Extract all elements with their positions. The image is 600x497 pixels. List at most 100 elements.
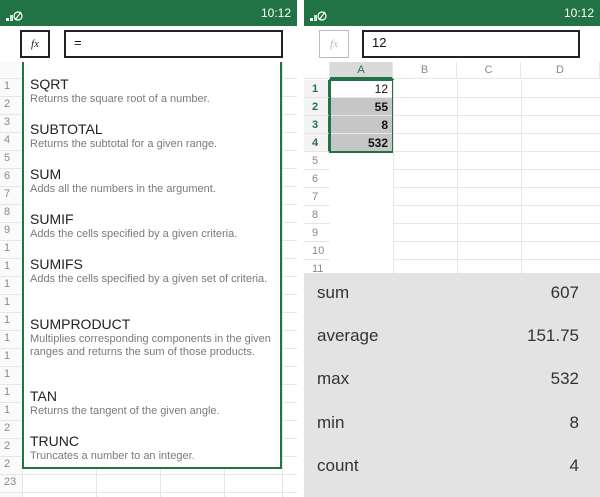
grid-line	[282, 62, 283, 497]
row-header[interactable]: 9	[304, 224, 330, 242]
formula-bar-input[interactable]: =	[64, 30, 283, 58]
summary-row-sum: sum 607	[304, 273, 600, 316]
function-description: Adds all the numbers in the argument.	[30, 183, 216, 195]
function-autocomplete-list: SQRT Returns the square root of a number…	[22, 62, 282, 469]
function-item-trunc[interactable]: TRUNC Truncates a number to an integer.	[30, 433, 274, 463]
row-header[interactable]: 2	[304, 98, 330, 116]
row-number[interactable]: 1	[4, 80, 10, 92]
column-header-b[interactable]: B	[393, 62, 457, 79]
grid-line	[393, 133, 600, 134]
row-number[interactable]: 1	[4, 260, 10, 272]
row-number[interactable]: 2	[4, 98, 10, 110]
grid-line	[393, 187, 600, 188]
signal-icon	[310, 11, 327, 21]
select-all-corner[interactable]	[304, 62, 330, 79]
row-header[interactable]: 1	[304, 80, 330, 98]
row-number[interactable]: 7	[4, 188, 10, 200]
grid-line	[457, 80, 458, 273]
function-item-sumifs[interactable]: SUMIFS Adds the cells specified by a giv…	[30, 256, 274, 286]
row-number[interactable]: 1	[4, 332, 10, 344]
function-item-sum[interactable]: SUM Adds all the numbers in the argument…	[30, 166, 274, 196]
summary-row-count: count 4	[304, 446, 600, 489]
selection-range-a1-a4	[329, 79, 394, 153]
summary-value: 532	[550, 369, 579, 388]
row-number[interactable]: 2	[4, 440, 10, 452]
formula-bar-input[interactable]: 12	[362, 30, 580, 58]
summary-label: sum	[317, 283, 350, 302]
summary-value: 4	[569, 456, 579, 475]
row-number[interactable]: 2	[4, 458, 10, 470]
function-description: Truncates a number to an integer.	[30, 450, 195, 462]
function-item-sumif[interactable]: SUMIF Adds the cells specified by a give…	[30, 211, 274, 241]
status-bar: 10:12	[0, 0, 297, 26]
status-time: 10:12	[260, 6, 291, 20]
grid-line	[393, 241, 600, 242]
grid-line	[393, 169, 600, 170]
left-phone-screen: 10:12 fx = 1 2 3 4 5 6 7 8 9 1 1 1 1 1 1 1 1 1 1 2 2 2 23 SQRT…	[0, 0, 297, 497]
signal-icon	[6, 11, 23, 21]
row-number[interactable]: 5	[4, 152, 10, 164]
row-header[interactable]: 4	[304, 134, 330, 152]
function-item-sqrt[interactable]: SQRT Returns the square root of a number…	[30, 76, 274, 106]
row-number[interactable]: 8	[4, 206, 10, 218]
function-name: SUM	[30, 166, 62, 182]
function-name: SUMIFS	[30, 256, 83, 272]
function-description: Returns the tangent of the given angle.	[30, 405, 220, 417]
grid-line	[521, 80, 522, 273]
grid-line	[393, 97, 600, 98]
grid-line	[393, 115, 600, 116]
column-header-c[interactable]: C	[457, 62, 521, 79]
row-number[interactable]: 1	[4, 386, 10, 398]
row-header[interactable]: 7	[304, 188, 330, 206]
row-number[interactable]: 4	[4, 134, 10, 146]
row-header[interactable]: 6	[304, 170, 330, 188]
row-number-column: 1 2 3 4 5 6 7 8 9 1 1 1 1 1 1 1 1 1 1 2 2 2 23	[0, 62, 22, 497]
function-description: Adds the cells specified by a given set …	[30, 273, 268, 285]
grid-line	[393, 151, 600, 152]
summary-row-max: max 532	[304, 359, 600, 402]
function-name: SUMPRODUCT	[30, 316, 131, 332]
row-number[interactable]: 2	[4, 422, 10, 434]
summary-label: count	[317, 456, 359, 475]
grid-line	[393, 205, 600, 206]
function-item-sumproduct[interactable]: SUMPRODUCT Multiplies corresponding comp…	[30, 316, 274, 359]
grid-line	[0, 474, 297, 475]
insert-function-button[interactable]: fx	[319, 30, 349, 58]
row-number[interactable]: 6	[4, 170, 10, 182]
summary-value: 8	[569, 413, 579, 432]
function-name: SQRT	[30, 76, 69, 92]
function-name: SUBTOTAL	[30, 121, 103, 137]
column-header-a[interactable]: A	[330, 62, 393, 79]
row-number[interactable]: 1	[4, 314, 10, 326]
grid-line	[393, 80, 394, 273]
row-number[interactable]: 9	[4, 224, 10, 236]
row-header[interactable]: 3	[304, 116, 330, 134]
row-header[interactable]: 8	[304, 206, 330, 224]
row-number[interactable]: 23	[4, 476, 16, 488]
row-number[interactable]: 1	[4, 368, 10, 380]
function-description: Returns the subtotal for a given range.	[30, 138, 218, 150]
status-time: 10:12	[563, 6, 594, 20]
row-number[interactable]: 3	[4, 116, 10, 128]
status-bar: 10:12	[304, 0, 600, 26]
row-number[interactable]: 1	[4, 242, 10, 254]
function-name: SUMIF	[30, 211, 74, 227]
row-header[interactable]: 5	[304, 152, 330, 170]
function-description: Returns the square root of a number.	[30, 93, 210, 105]
insert-function-button[interactable]: fx	[20, 30, 50, 58]
row-number[interactable]: 1	[4, 350, 10, 362]
column-header-d[interactable]: D	[521, 62, 600, 79]
function-item-tan[interactable]: TAN Returns the tangent of the given ang…	[30, 388, 274, 418]
row-number[interactable]: 1	[4, 404, 10, 416]
row-number[interactable]: 1	[4, 278, 10, 290]
right-phone-screen: 10:12 fx 12 A B C D 1 2 3 4 5 6 7 8 9 10…	[304, 0, 600, 497]
summary-label: average	[317, 326, 379, 345]
function-description: Multiplies corresponding components in t…	[30, 333, 271, 358]
function-name: TRUNC	[30, 433, 79, 449]
row-number[interactable]: 1	[4, 296, 10, 308]
grid-line	[393, 223, 600, 224]
grid-line	[0, 492, 297, 493]
row-header[interactable]: 10	[304, 242, 330, 260]
function-item-subtotal[interactable]: SUBTOTAL Returns the subtotal for a give…	[30, 121, 274, 151]
summary-value: 151.75	[527, 326, 579, 345]
